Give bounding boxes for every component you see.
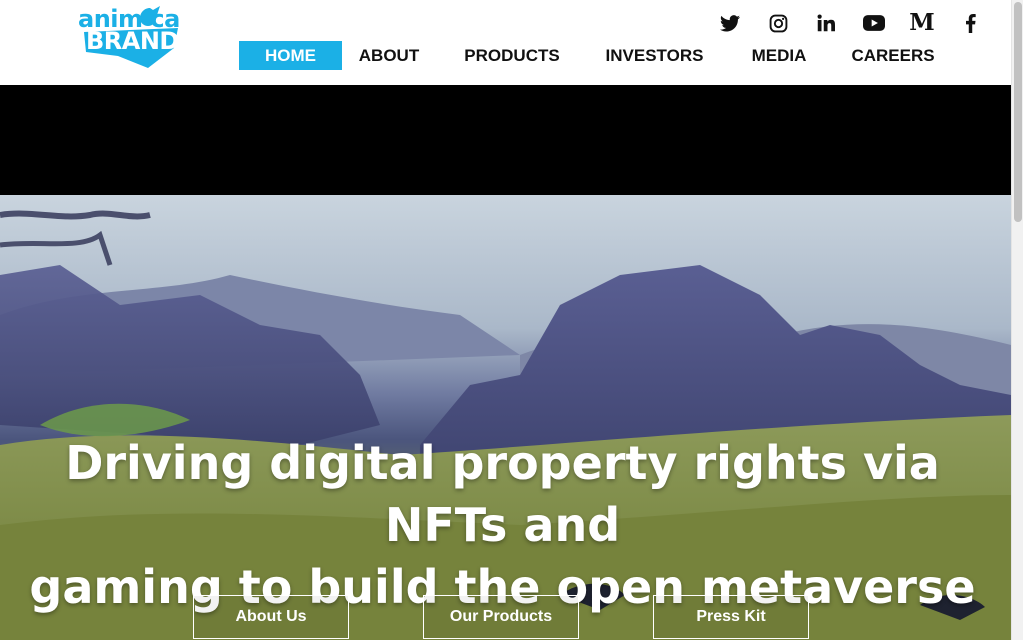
logo-text-bottom: BRANDS — [86, 27, 196, 55]
animoca-brands-logo[interactable]: anim ca BRANDS — [78, 2, 196, 70]
our-products-button[interactable]: Our Products — [423, 595, 579, 639]
nav-home[interactable]: HOME — [239, 41, 342, 70]
social-links: M — [706, 11, 994, 35]
nav-careers[interactable]: CAREERS — [837, 41, 949, 70]
facebook-icon[interactable] — [946, 11, 994, 35]
instagram-icon[interactable] — [754, 11, 802, 35]
nav-investors[interactable]: INVESTORS — [588, 41, 721, 70]
medium-icon[interactable]: M — [898, 11, 946, 35]
nav-media[interactable]: MEDIA — [721, 41, 837, 70]
press-kit-button[interactable]: Press Kit — [653, 595, 809, 639]
about-us-button[interactable]: About Us — [193, 595, 349, 639]
youtube-icon[interactable] — [850, 11, 898, 35]
hero-headline-line1: Driving digital property rights via NFTs… — [65, 436, 940, 552]
linkedin-icon[interactable] — [802, 11, 850, 35]
page-scrollbar[interactable] — [1011, 0, 1023, 640]
nav-products[interactable]: PRODUCTS — [436, 41, 588, 70]
hero-video-letterbox — [0, 85, 1011, 195]
hero-headline: Driving digital property rights via NFTs… — [0, 432, 1005, 618]
main-nav: HOME ABOUT PRODUCTS INVESTORS MEDIA CARE… — [239, 41, 949, 70]
nav-about[interactable]: ABOUT — [342, 41, 436, 70]
twitter-icon[interactable] — [706, 11, 754, 35]
scrollbar-thumb[interactable] — [1014, 2, 1022, 222]
site-header: anim ca BRANDS M HOME ABOUT PRODUCTS INV… — [0, 0, 1011, 85]
